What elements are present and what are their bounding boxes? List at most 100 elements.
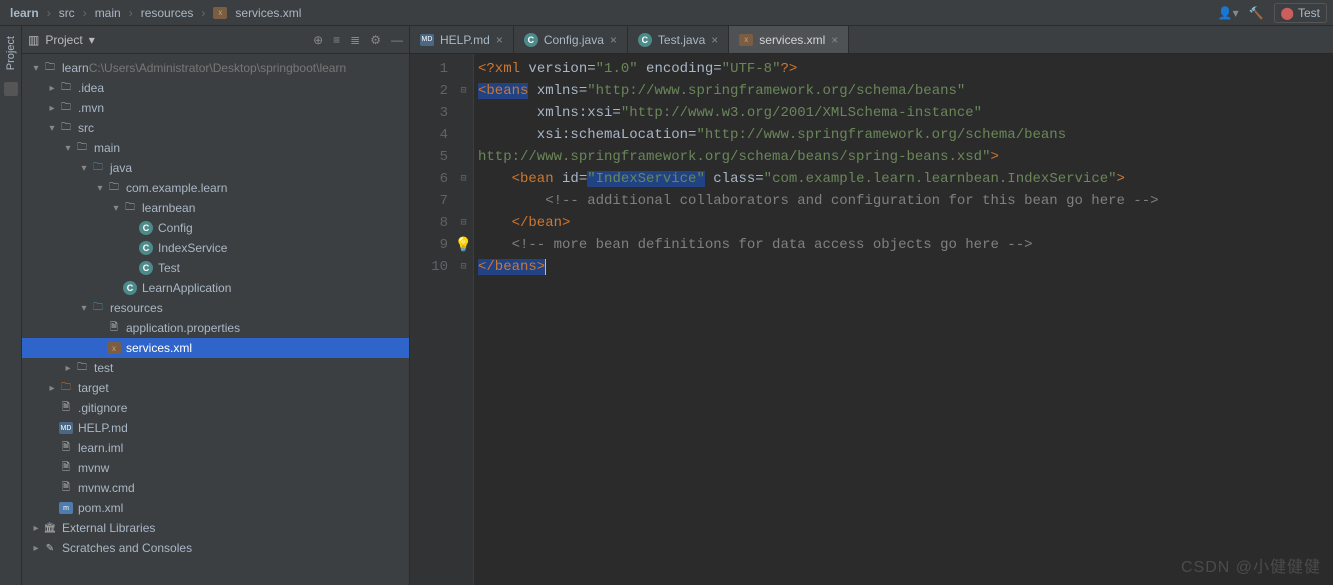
- expand-all-icon[interactable]: ≡: [333, 33, 340, 47]
- tree-node[interactable]: 🗎.gitignore: [22, 398, 409, 418]
- tree-node[interactable]: CTest: [22, 258, 409, 278]
- line-number[interactable]: 8: [410, 212, 448, 234]
- tree-node[interactable]: ▸✎Scratches and Consoles: [22, 538, 409, 558]
- tree-node[interactable]: CConfig: [22, 218, 409, 238]
- structure-tool-tab[interactable]: [4, 82, 18, 96]
- line-number[interactable]: 2: [410, 80, 448, 102]
- project-dropdown[interactable]: ▥ Project ▾: [28, 33, 95, 47]
- project-tool-tab[interactable]: Project: [3, 32, 19, 74]
- breadcrumb-item[interactable]: x services.xml: [209, 4, 305, 22]
- close-icon[interactable]: ×: [610, 33, 617, 47]
- hide-icon[interactable]: —: [391, 33, 403, 47]
- editor-tab[interactable]: MDHELP.md×: [410, 26, 514, 53]
- tree-label: learn: [62, 61, 89, 75]
- expand-arrow-icon[interactable]: ▾: [46, 123, 58, 134]
- code-area: 12345678910 ⊟ ⊟ ⊟ 💡 ⊟ <?xml version="1.0…: [410, 54, 1333, 585]
- tree-node[interactable]: ▸🗀.idea: [22, 78, 409, 98]
- line-number[interactable]: 7: [410, 190, 448, 212]
- watermark: CSDN @小健健健: [1181, 553, 1321, 577]
- expand-arrow-icon[interactable]: ▸: [46, 83, 58, 94]
- tree-node[interactable]: ▾🗀resources: [22, 298, 409, 318]
- tree-node[interactable]: ▾🗀com.example.learn: [22, 178, 409, 198]
- line-number[interactable]: 3: [410, 102, 448, 124]
- breadcrumb-item[interactable]: learn: [6, 4, 43, 22]
- tree-node[interactable]: ▾🗀src: [22, 118, 409, 138]
- tab-label: services.xml: [759, 33, 825, 47]
- tree-node[interactable]: ▸🗀test: [22, 358, 409, 378]
- expand-arrow-icon[interactable]: ▾: [78, 303, 90, 314]
- tree-node[interactable]: CIndexService: [22, 238, 409, 258]
- breadcrumb-item[interactable]: main: [91, 4, 125, 22]
- tree-node[interactable]: 🗎mvnw: [22, 458, 409, 478]
- xml-file-icon: x: [106, 340, 122, 356]
- close-icon[interactable]: ×: [711, 33, 718, 47]
- expand-arrow-icon[interactable]: ▾: [30, 63, 42, 74]
- tree-label: test: [94, 361, 113, 375]
- expand-arrow-icon[interactable]: ▸: [46, 383, 58, 394]
- tree-label: services.xml: [126, 341, 192, 355]
- tree-node[interactable]: 🗎learn.iml: [22, 438, 409, 458]
- select-opened-icon[interactable]: ⊕: [313, 33, 323, 47]
- folder-icon: 🗀: [42, 60, 58, 76]
- t: xmlns=: [528, 83, 587, 99]
- file-icon: 🗎: [58, 480, 74, 496]
- tree-node[interactable]: MDHELP.md: [22, 418, 409, 438]
- folder-icon: 🗀: [58, 100, 74, 116]
- editor-tab[interactable]: xservices.xml×: [729, 26, 849, 53]
- expand-arrow-icon[interactable]: ▾: [94, 183, 106, 194]
- t: >: [990, 149, 998, 165]
- fold-end-icon[interactable]: ⊟: [454, 256, 473, 278]
- user-icon[interactable]: 👤▾: [1218, 6, 1239, 20]
- line-gutter: 12345678910: [410, 54, 454, 585]
- expand-arrow-icon[interactable]: ▾: [110, 203, 122, 214]
- expand-arrow-icon[interactable]: ▸: [62, 363, 74, 374]
- line-number[interactable]: 4: [410, 124, 448, 146]
- tree-node[interactable]: ▾🗀java: [22, 158, 409, 178]
- expand-arrow-icon[interactable]: ▾: [78, 163, 90, 174]
- collapse-all-icon[interactable]: ≣: [350, 33, 360, 47]
- project-tree[interactable]: ▾🗀learn C:\Users\Administrator\Desktop\s…: [22, 54, 409, 585]
- editor-tabs: MDHELP.md×CConfig.java×CTest.java×xservi…: [410, 26, 1333, 54]
- folder-icon: 🗀: [74, 140, 90, 156]
- breadcrumb-item[interactable]: src: [55, 4, 79, 22]
- tree-label: com.example.learn: [126, 181, 227, 195]
- tree-node[interactable]: mpom.xml: [22, 498, 409, 518]
- expand-arrow-icon[interactable]: ▸: [46, 103, 58, 114]
- run-test-button[interactable]: ⬤ Test: [1274, 3, 1327, 23]
- chevron-right-icon: ›: [201, 6, 205, 20]
- breadcrumb-item[interactable]: resources: [137, 4, 198, 22]
- build-icon[interactable]: 🔨: [1249, 6, 1264, 20]
- fold-end-icon[interactable]: ⊟: [454, 212, 473, 234]
- tree-node[interactable]: ▾🗀learnbean: [22, 198, 409, 218]
- editor-tab[interactable]: CConfig.java×: [514, 26, 628, 53]
- tree-node[interactable]: ▸🏛External Libraries: [22, 518, 409, 538]
- tree-node[interactable]: ▾🗀main: [22, 138, 409, 158]
- settings-icon[interactable]: ⚙: [370, 33, 381, 47]
- intention-bulb-icon[interactable]: 💡: [455, 237, 472, 254]
- editor-tab[interactable]: CTest.java×: [628, 26, 729, 53]
- expand-arrow-icon[interactable]: ▸: [30, 543, 42, 554]
- t: "UTF-8": [722, 61, 781, 77]
- close-icon[interactable]: ×: [831, 33, 838, 47]
- tree-node[interactable]: 🗎mvnw.cmd: [22, 478, 409, 498]
- line-number[interactable]: 1: [410, 58, 448, 80]
- close-icon[interactable]: ×: [496, 33, 503, 47]
- expand-arrow-icon[interactable]: ▸: [30, 523, 42, 534]
- tree-node[interactable]: ▸🗀target: [22, 378, 409, 398]
- line-number[interactable]: 9: [410, 234, 448, 256]
- line-number[interactable]: 10: [410, 256, 448, 278]
- code-text[interactable]: <?xml version="1.0" encoding="UTF-8"?> <…: [474, 54, 1333, 585]
- tree-label: learnbean: [142, 201, 195, 215]
- fold-icon[interactable]: ⊟: [454, 168, 473, 190]
- expand-arrow-icon[interactable]: ▾: [62, 143, 74, 154]
- t: "1.0": [596, 61, 638, 77]
- tree-node[interactable]: ▾🗀learn C:\Users\Administrator\Desktop\s…: [22, 58, 409, 78]
- gutter-marks: ⊟ ⊟ ⊟ 💡 ⊟: [454, 54, 474, 585]
- line-number[interactable]: 5: [410, 146, 448, 168]
- tree-node[interactable]: CLearnApplication: [22, 278, 409, 298]
- tree-node[interactable]: 🗎application.properties: [22, 318, 409, 338]
- line-number[interactable]: 6: [410, 168, 448, 190]
- tree-node[interactable]: ▸🗀.mvn: [22, 98, 409, 118]
- fold-icon[interactable]: ⊟: [454, 80, 473, 102]
- tree-node[interactable]: x services.xml: [22, 338, 409, 358]
